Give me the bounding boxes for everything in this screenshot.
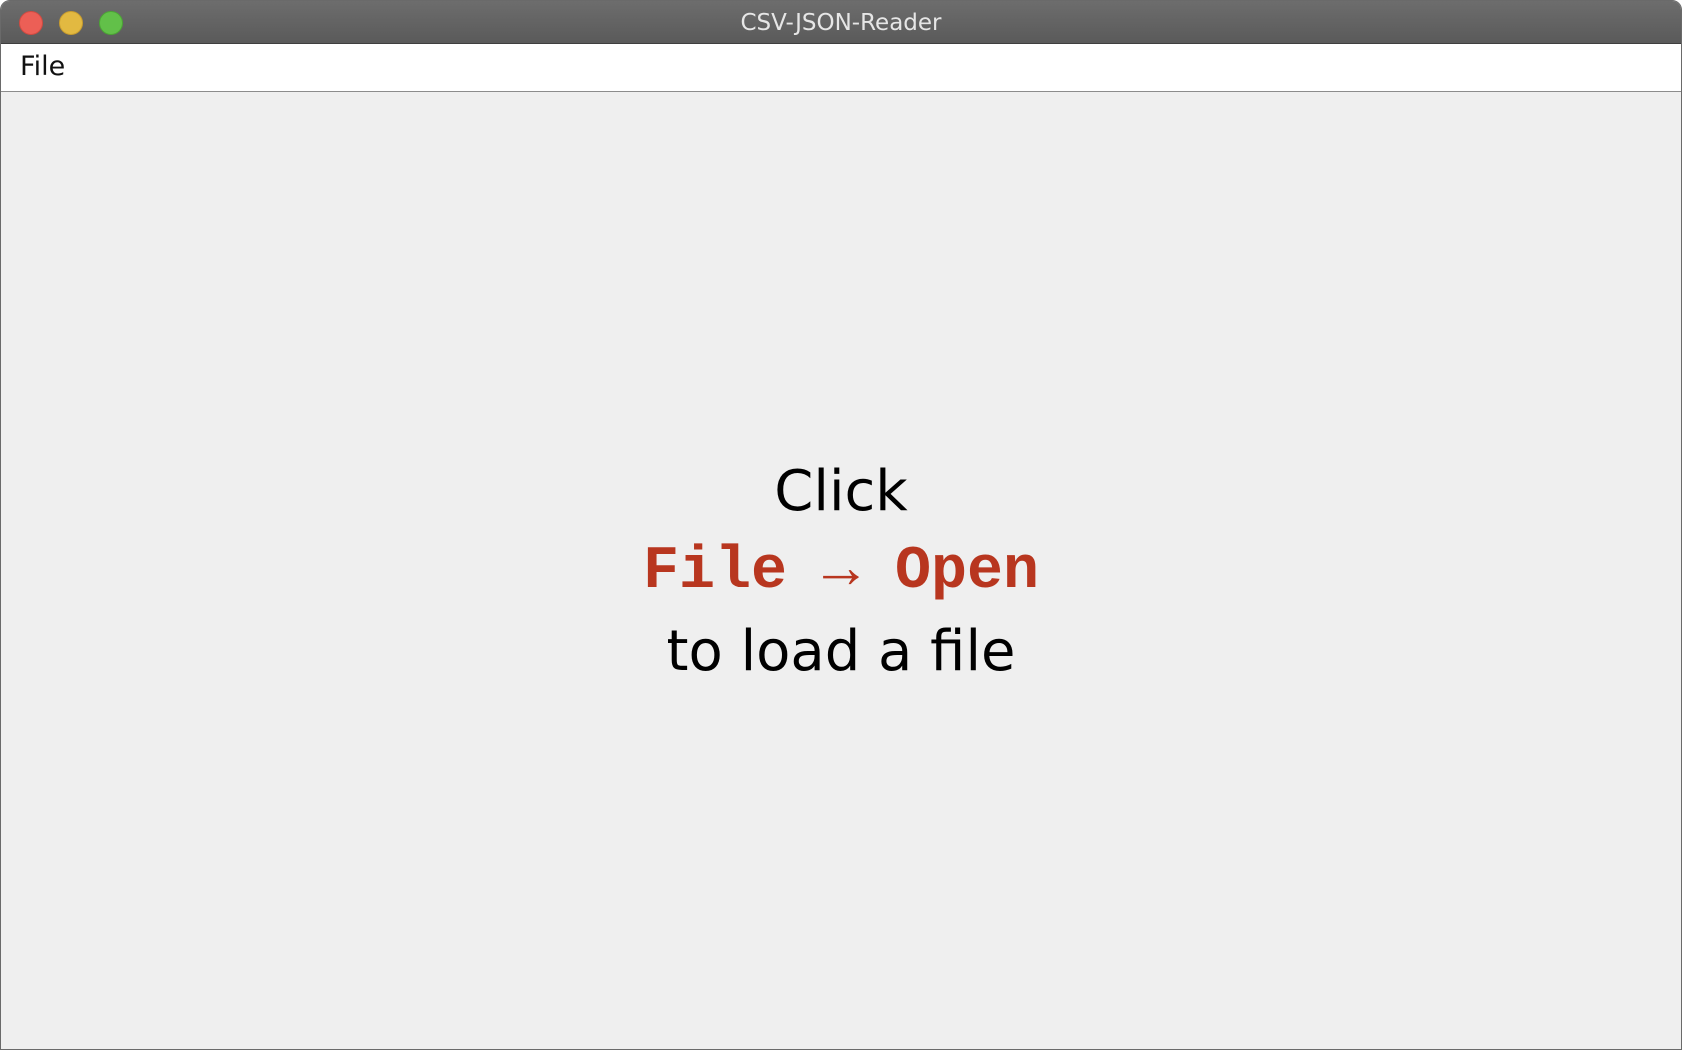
menu-file[interactable]: File <box>20 50 65 84</box>
window-title: CSV-JSON-Reader <box>740 10 942 36</box>
hint-menu-path-text: File → Open <box>642 538 1040 606</box>
main-content: Click File → Open to load a file <box>1 92 1681 1049</box>
hint-load-text: to load a file <box>666 619 1016 684</box>
app-window: CSV-JSON-Reader File Click File → Open t… <box>0 0 1682 1050</box>
title-bar[interactable]: CSV-JSON-Reader <box>1 1 1681 44</box>
menu-bar: File <box>1 44 1681 92</box>
hint-click-text: Click <box>774 459 908 524</box>
empty-state-message: Click File → Open to load a file <box>1 452 1681 692</box>
